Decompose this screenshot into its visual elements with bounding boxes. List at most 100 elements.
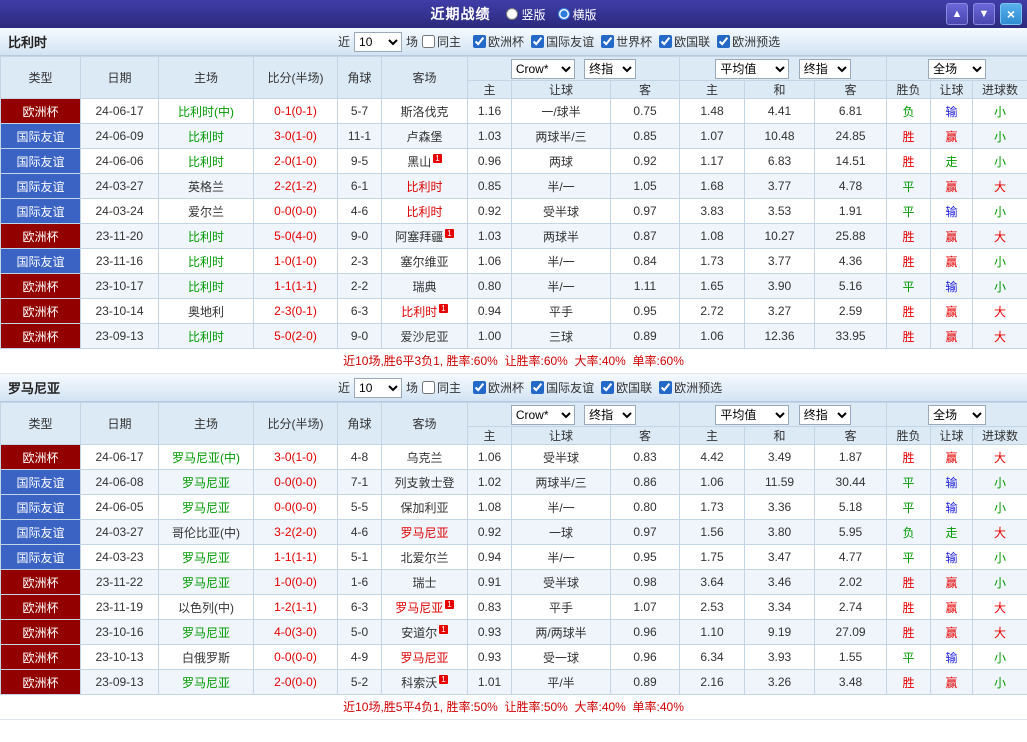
match-date: 23-09-13 <box>81 670 159 695</box>
competition-checkbox[interactable] <box>601 381 614 394</box>
euro-home-odds: 1.73 <box>680 249 745 274</box>
match-row[interactable]: 欧洲杯 23-10-16 罗马尼亚 4-0(3-0) 5-0 安道尔1 0.93… <box>1 620 1027 645</box>
match-row[interactable]: 欧洲杯 23-10-17 比利时 1-1(1-1) 2-2 瑞典 0.80 半/… <box>1 274 1027 299</box>
competition-checkbox[interactable] <box>473 35 486 48</box>
scroll-up-button[interactable]: ▲ <box>946 3 968 25</box>
match-row[interactable]: 国际友谊 24-06-06 比利时 2-0(1-0) 9-5 黑山1 0.96 … <box>1 149 1027 174</box>
asia-odds-header: Crow* 终指 <box>468 403 680 427</box>
match-row[interactable]: 国际友谊 24-06-05 罗马尼亚 0-0(0-0) 5-5 保加利亚 1.0… <box>1 495 1027 520</box>
games-label: 场 <box>406 379 418 396</box>
away-redcard-badge: 1 <box>445 600 453 609</box>
competition-checkbox[interactable] <box>601 35 614 48</box>
asia-handicap: 两球半/三 <box>512 470 611 495</box>
same-home-checkbox[interactable] <box>422 35 435 48</box>
asia-final-select[interactable]: 终指 <box>584 405 636 425</box>
asia-handicap: 受半球 <box>512 199 611 224</box>
close-button[interactable]: × <box>1000 3 1022 25</box>
match-row[interactable]: 国际友谊 23-11-16 比利时 1-0(1-0) 2-3 塞尔维亚 1.06… <box>1 249 1027 274</box>
asia-handicap: 三球 <box>512 324 611 349</box>
match-score: 2-3(0-1) <box>254 299 338 324</box>
layout-radio-option[interactable]: 竖版 <box>506 6 545 23</box>
competition-filter[interactable]: 欧洲杯 <box>473 33 524 50</box>
col-header-asia-home: 主 <box>468 81 512 99</box>
match-row[interactable]: 欧洲杯 24-06-17 罗马尼亚(中) 3-0(1-0) 4-8 乌克兰 1.… <box>1 445 1027 470</box>
match-date: 24-06-06 <box>81 149 159 174</box>
asia-company-select[interactable]: Crow* <box>511 405 575 425</box>
same-home-filter[interactable]: 同主 <box>422 379 461 396</box>
euro-away-odds: 1.91 <box>815 199 887 224</box>
euro-final-select[interactable]: 终指 <box>799 59 851 79</box>
col-header-corner: 角球 <box>338 57 382 99</box>
match-row[interactable]: 欧洲杯 23-09-13 比利时 5-0(2-0) 9-0 爱沙尼亚 1.00 … <box>1 324 1027 349</box>
match-row[interactable]: 欧洲杯 23-10-13 白俄罗斯 0-0(0-0) 4-9 罗马尼亚 0.93… <box>1 645 1027 670</box>
asia-final-select[interactable]: 终指 <box>584 59 636 79</box>
asia-company-select[interactable]: Crow* <box>511 59 575 79</box>
match-row[interactable]: 欧洲杯 23-09-13 罗马尼亚 2-0(0-0) 5-2 科索沃1 1.01… <box>1 670 1027 695</box>
away-team: 北爱尔兰 <box>400 551 448 565</box>
home-team: 比利时 <box>188 330 224 344</box>
match-row[interactable]: 欧洲杯 23-11-22 罗马尼亚 1-0(0-0) 1-6 瑞士 0.91 受… <box>1 570 1027 595</box>
competition-filter[interactable]: 欧洲预选 <box>659 379 722 396</box>
competition-filter[interactable]: 欧洲预选 <box>717 33 780 50</box>
competition-checkbox[interactable] <box>659 381 672 394</box>
competition-checkbox[interactable] <box>717 35 730 48</box>
asia-home-odds: 1.03 <box>468 124 512 149</box>
layout-radio-option[interactable]: 横版 <box>558 6 597 23</box>
match-score: 1-1(1-1) <box>254 545 338 570</box>
same-home-filter[interactable]: 同主 <box>422 33 461 50</box>
match-row[interactable]: 欧洲杯 23-11-20 比利时 5-0(4-0) 9-0 阿塞拜疆1 1.03… <box>1 224 1027 249</box>
scroll-down-button[interactable]: ▼ <box>973 3 995 25</box>
col-header-euro-draw: 和 <box>745 81 815 99</box>
away-team: 罗马尼亚 <box>400 526 448 540</box>
layout-radio[interactable] <box>558 8 570 20</box>
match-row[interactable]: 欧洲杯 23-11-19 以色列(中) 1-2(1-1) 6-3 罗马尼亚1 0… <box>1 595 1027 620</box>
same-home-checkbox[interactable] <box>422 381 435 394</box>
match-row[interactable]: 国际友谊 24-03-23 罗马尼亚 1-1(1-1) 5-1 北爱尔兰 0.9… <box>1 545 1027 570</box>
asia-away-odds: 0.83 <box>611 445 680 470</box>
match-date: 23-11-19 <box>81 595 159 620</box>
layout-radio[interactable] <box>506 8 518 20</box>
match-row[interactable]: 国际友谊 24-06-08 罗马尼亚 0-0(0-0) 7-1 列支敦士登 1.… <box>1 470 1027 495</box>
competition-label: 欧洲预选 <box>732 33 780 50</box>
close-icon: × <box>1007 6 1015 22</box>
match-score: 0-1(0-1) <box>254 99 338 124</box>
competition-checkbox[interactable] <box>531 381 544 394</box>
games-count-select[interactable]: 10 <box>354 32 402 52</box>
euro-final-select[interactable]: 终指 <box>799 405 851 425</box>
asia-handicap: 平手 <box>512 299 611 324</box>
away-team: 斯洛伐克 <box>400 105 448 119</box>
competition-checkbox[interactable] <box>531 35 544 48</box>
col-header-home: 主场 <box>159 403 254 445</box>
match-row[interactable]: 欧洲杯 23-10-14 奥地利 2-3(0-1) 6-3 比利时1 0.94 … <box>1 299 1027 324</box>
full-match-select[interactable]: 全场 <box>928 59 986 79</box>
competition-filter[interactable]: 国际友谊 <box>531 379 594 396</box>
result-goals: 小 <box>973 670 1027 695</box>
competition-filter[interactable]: 世界杯 <box>601 33 652 50</box>
euro-average-select[interactable]: 平均值 <box>715 405 789 425</box>
league-badge: 欧洲杯 <box>1 274 81 299</box>
match-row[interactable]: 国际友谊 24-03-27 哥伦比亚(中) 3-2(2-0) 4-6 罗马尼亚 … <box>1 520 1027 545</box>
league-badge: 欧洲杯 <box>1 570 81 595</box>
match-score: 2-0(0-0) <box>254 670 338 695</box>
competition-filter[interactable]: 国际友谊 <box>531 33 594 50</box>
competition-checkbox[interactable] <box>473 381 486 394</box>
match-row[interactable]: 国际友谊 24-03-24 爱尔兰 0-0(0-0) 4-6 比利时 0.92 … <box>1 199 1027 224</box>
competition-checkbox[interactable] <box>659 35 672 48</box>
asia-handicap: 两球 <box>512 149 611 174</box>
competition-filter[interactable]: 欧国联 <box>659 33 710 50</box>
full-match-select[interactable]: 全场 <box>928 405 986 425</box>
match-row[interactable]: 国际友谊 24-03-27 英格兰 2-2(1-2) 6-1 比利时 0.85 … <box>1 174 1027 199</box>
competition-filter[interactable]: 欧洲杯 <box>473 379 524 396</box>
asia-home-odds: 1.00 <box>468 324 512 349</box>
asia-away-odds: 0.86 <box>611 470 680 495</box>
asia-handicap: 一/球半 <box>512 99 611 124</box>
col-header-asia-home: 主 <box>468 427 512 445</box>
euro-draw-odds: 3.93 <box>745 645 815 670</box>
games-count-select[interactable]: 10 <box>354 378 402 398</box>
result-goals: 大 <box>973 324 1027 349</box>
match-score: 4-0(3-0) <box>254 620 338 645</box>
competition-filter[interactable]: 欧国联 <box>601 379 652 396</box>
match-row[interactable]: 欧洲杯 24-06-17 比利时(中) 0-1(0-1) 5-7 斯洛伐克 1.… <box>1 99 1027 124</box>
euro-average-select[interactable]: 平均值 <box>715 59 789 79</box>
match-row[interactable]: 国际友谊 24-06-09 比利时 3-0(1-0) 11-1 卢森堡 1.03… <box>1 124 1027 149</box>
